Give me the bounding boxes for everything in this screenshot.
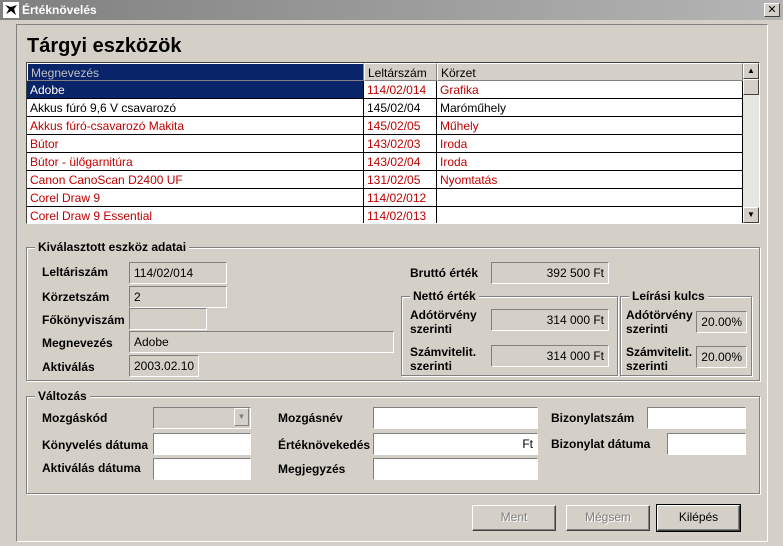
net-acc-label-1: Számvitelit.: [410, 345, 477, 359]
exit-button[interactable]: Kilépés: [656, 504, 741, 532]
move-code-label: Mozgáskód: [42, 411, 108, 425]
cell-zone: Grafika: [437, 81, 743, 99]
cell-inventory: 145/02/05: [364, 117, 437, 135]
change-group-label: Változás: [35, 389, 90, 403]
gross-value-field[interactable]: 392 500 Ft: [491, 262, 609, 284]
cell-zone: Iroda: [437, 135, 743, 153]
rate-tax-label-2: szerinti: [626, 322, 669, 336]
cell-name: Akkus fúró 9,6 V csavarozó: [27, 99, 364, 117]
doc-date-label: Bizonylat dátuma: [551, 437, 651, 451]
cell-zone: Nyomtatás: [437, 171, 743, 189]
table-row[interactable]: Adobe 114/02/014 Grafika: [27, 81, 743, 99]
rate-acc-field[interactable]: 20.00%: [696, 346, 747, 368]
activation-label: Aktiválás: [42, 360, 95, 374]
cell-inventory: 143/02/03: [364, 135, 437, 153]
activation-date-label: Aktiválás dátuma: [42, 461, 141, 475]
cancel-button[interactable]: Mégsem: [566, 505, 650, 531]
page-title: Tárgyi eszközök: [27, 35, 182, 57]
ledger-label: Főkönyviszám: [42, 313, 125, 327]
cell-inventory: 143/02/04: [364, 153, 437, 171]
table-row[interactable]: Akkus fúró 9,6 V csavarozó 145/02/04 Mar…: [27, 99, 743, 117]
cell-zone: Iroda: [437, 153, 743, 171]
net-acc-field[interactable]: 314 000 Ft: [491, 345, 609, 367]
note-label: Megjegyzés: [278, 462, 346, 476]
cell-inventory: 114/02/013: [364, 207, 437, 223]
zone-number-label: Körzetszám: [42, 290, 110, 304]
table-body: Adobe 114/02/014 Grafika Akkus fúró 9,6 …: [27, 81, 743, 223]
net-value-group-label: Nettó érték: [410, 289, 479, 303]
table-row[interactable]: Akkus fúró-csavarozó Makita 145/02/05 Mű…: [27, 117, 743, 135]
net-acc-label-2: szerinti: [410, 359, 453, 373]
doc-number-label: Bizonylatszám: [551, 411, 635, 425]
net-tax-field[interactable]: 314 000 Ft: [491, 309, 609, 331]
rate-acc-label-1: Számvitelit.: [626, 345, 693, 359]
move-name-field[interactable]: [373, 407, 538, 429]
note-field[interactable]: [373, 458, 538, 480]
column-header-zone[interactable]: Körzet: [437, 63, 743, 81]
table-scrollbar[interactable]: ▲ ▼: [743, 63, 759, 223]
scroll-thumb[interactable]: [743, 79, 759, 95]
assets-table[interactable]: Megnevezés Leltárszám Körzet Adobe 114/0…: [26, 62, 760, 224]
value-increase-label: Értéknövekedés: [278, 438, 371, 452]
gross-value-label: Bruttó érték: [410, 266, 479, 280]
value-increase-field[interactable]: Ft: [373, 433, 538, 455]
rate-tax-field[interactable]: 20.00%: [696, 311, 747, 333]
cell-inventory: 131/02/05: [364, 171, 437, 189]
cell-zone: [437, 207, 743, 223]
cell-name: Bútor - ülőgarnitúra: [27, 153, 364, 171]
scroll-down-icon[interactable]: ▼: [743, 207, 759, 223]
cell-name: Bútor: [27, 135, 364, 153]
cell-zone: Műhely: [437, 117, 743, 135]
selected-asset-group-label: Kiválasztott eszköz adatai: [35, 240, 190, 254]
scroll-up-icon[interactable]: ▲: [743, 63, 759, 79]
net-tax-label-1: Adótörvény: [410, 308, 477, 322]
cell-name: Corel Draw 9 Essential: [27, 207, 364, 223]
cell-name: Adobe: [27, 81, 364, 99]
cell-inventory: 145/02/04: [364, 99, 437, 117]
table-row[interactable]: Corel Draw 9 114/02/012: [27, 189, 743, 207]
inventory-field[interactable]: 114/02/014: [129, 262, 227, 284]
cell-zone: [437, 189, 743, 207]
activation-date-field[interactable]: [153, 458, 251, 480]
cell-name: Akkus fúró-csavarozó Makita: [27, 117, 364, 135]
app-icon: [3, 2, 19, 18]
chevron-down-icon[interactable]: ▼: [234, 408, 249, 426]
booking-date-field[interactable]: [153, 433, 251, 455]
doc-number-field[interactable]: [647, 407, 746, 429]
booking-date-label: Könyvelés dátuma: [42, 438, 149, 452]
table-row[interactable]: Canon CanoScan D2400 UF 131/02/05 Nyomta…: [27, 171, 743, 189]
table-row[interactable]: Corel Draw 9 Essential 114/02/013: [27, 207, 743, 223]
ledger-field[interactable]: [129, 308, 207, 330]
activation-field[interactable]: 2003.02.10: [129, 355, 199, 377]
name-label: Megnevezés: [42, 336, 113, 350]
doc-date-field[interactable]: [667, 433, 746, 455]
inventory-label: Leltáriszám: [42, 265, 109, 279]
depreciation-rate-group-label: Leírási kulcs: [629, 289, 708, 303]
cell-zone: Maróműhely: [437, 99, 743, 117]
table-row[interactable]: Bútor 143/02/03 Iroda: [27, 135, 743, 153]
column-header-name[interactable]: Megnevezés: [27, 63, 364, 81]
move-name-label: Mozgásnév: [278, 411, 343, 425]
column-header-inventory[interactable]: Leltárszám: [364, 63, 437, 81]
net-tax-label-2: szerinti: [410, 322, 453, 336]
cell-name: Canon CanoScan D2400 UF: [27, 171, 364, 189]
rate-acc-label-2: szerinti: [626, 359, 669, 373]
cell-name: Corel Draw 9: [27, 189, 364, 207]
cell-inventory: 114/02/014: [364, 81, 437, 99]
save-button[interactable]: Ment: [472, 505, 556, 531]
close-icon[interactable]: ✕: [764, 3, 780, 17]
cell-inventory: 114/02/012: [364, 189, 437, 207]
table-header: Megnevezés Leltárszám Körzet: [27, 63, 743, 81]
name-field[interactable]: Adobe: [129, 331, 394, 353]
window-title: Értéknövelés: [22, 3, 97, 17]
table-row[interactable]: Bútor - ülőgarnitúra 143/02/04 Iroda: [27, 153, 743, 171]
zone-number-field[interactable]: 2: [129, 286, 227, 308]
rate-tax-label-1: Adótörvény: [626, 308, 693, 322]
title-bar: Értéknövelés ✕: [0, 0, 783, 20]
